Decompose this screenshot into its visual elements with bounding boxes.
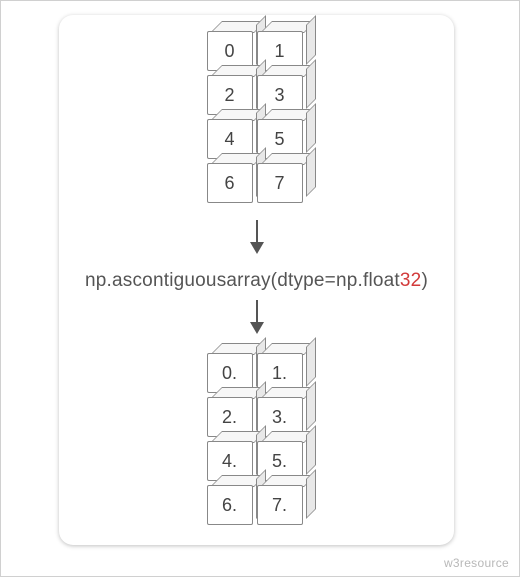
arrow-down-icon (256, 220, 258, 252)
diagram-stage: 0 1 2 3 4 5 6 (0, 0, 520, 577)
array-cell: 7 (257, 163, 307, 207)
input-array-grid: 0 1 2 3 4 5 6 (207, 31, 307, 207)
array-cell: 6. (207, 485, 257, 529)
code-accent: 32 (400, 270, 422, 291)
cell-value: 7. (257, 485, 303, 525)
array-cell: 7. (257, 485, 307, 529)
cell-value: 6 (207, 163, 253, 203)
code-prefix: np.ascontiguousarray(dtype=np.float (85, 270, 400, 291)
array-cell: 6 (207, 163, 257, 207)
diagram-card: 0 1 2 3 4 5 6 (59, 15, 454, 545)
cell-value: 6. (207, 485, 253, 525)
code-suffix: ) (421, 270, 428, 291)
cell-value: 7 (257, 163, 303, 203)
output-array-grid: 0. 1. 2. 3. 4. 5. (207, 353, 307, 529)
arrow-down-icon (256, 300, 258, 332)
transformation-code: np.ascontiguousarray(dtype=np.float32) (85, 270, 428, 292)
watermark-text: w3resource (444, 556, 509, 570)
